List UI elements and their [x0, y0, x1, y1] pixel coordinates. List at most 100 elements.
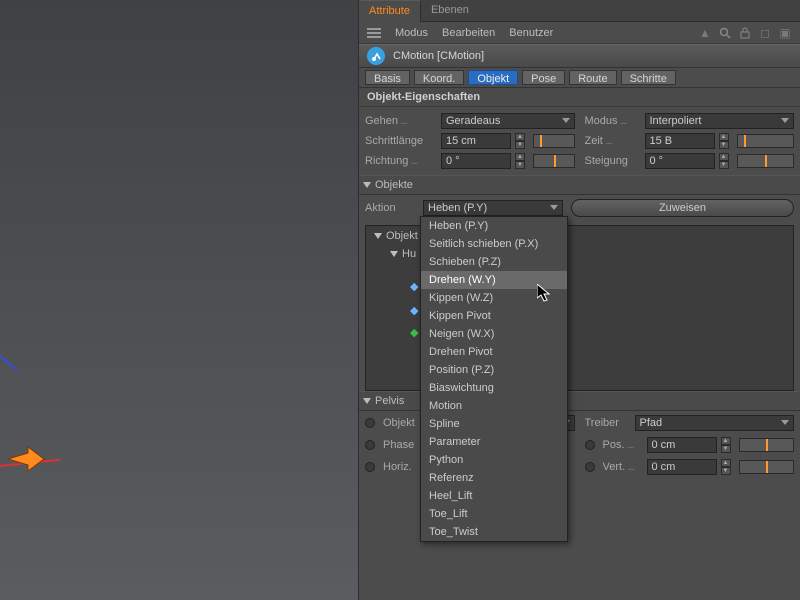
spin-pos[interactable]: ▲▼ — [721, 437, 731, 453]
chevron-down-icon — [562, 118, 570, 123]
triangle-down-icon — [363, 182, 371, 188]
dropdown-aktion[interactable]: Heben (P.Y) — [423, 200, 563, 216]
spin-schrittlaenge[interactable]: ▲▼ — [515, 133, 525, 149]
viewport[interactable] — [0, 0, 358, 600]
dropdown-item[interactable]: Kippen Pivot — [421, 307, 567, 325]
dropdown-item[interactable]: Position (P.Z) — [421, 361, 567, 379]
slider-vert[interactable] — [739, 460, 795, 474]
tab-pose[interactable]: Pose — [522, 70, 565, 85]
menu-bearbeiten[interactable]: Bearbeiten — [442, 27, 495, 39]
radio-objekt[interactable] — [365, 418, 375, 428]
spin-vert[interactable]: ▲▼ — [721, 459, 731, 475]
chevron-down-icon — [550, 205, 558, 210]
menu-modus[interactable]: Modus — [395, 27, 428, 39]
cursor-icon — [537, 284, 553, 304]
tree-root-label: Objekt — [386, 230, 418, 242]
tab-koord[interactable]: Koord. — [414, 70, 464, 85]
tree-item-label: Hu — [402, 248, 416, 260]
radio-pos[interactable] — [585, 440, 595, 450]
field-pos[interactable]: 0 cm — [647, 437, 717, 453]
radio-horiz[interactable] — [365, 462, 375, 472]
tab-route[interactable]: Route — [569, 70, 616, 85]
chevron-down-icon — [781, 118, 789, 123]
panel-tabs: Attribute Ebenen — [359, 0, 800, 22]
group-objekte-label: Objekte — [375, 179, 413, 191]
dropdown-item[interactable]: Spline — [421, 415, 567, 433]
field-zeit[interactable]: 15 B — [645, 133, 715, 149]
dropdown-treiber-value: Pfad — [640, 417, 663, 429]
dropdown-item[interactable]: Heben (P.Y) — [421, 217, 567, 235]
label-modus: Modus — [585, 115, 641, 127]
label-aktion: Aktion — [365, 202, 415, 214]
hamburger-icon[interactable] — [367, 28, 381, 38]
chevron-down-icon — [781, 420, 789, 425]
section-title: Objekt-Eigenschaften — [359, 88, 800, 107]
dropdown-item[interactable]: Heel_Lift — [421, 487, 567, 505]
nav-arrow-icon[interactable]: ▲ — [698, 26, 712, 40]
spin-zeit[interactable]: ▲▼ — [719, 133, 729, 149]
dropdown-item[interactable]: Neigen (W.X) — [421, 325, 567, 343]
object-title: CMotion [CMotion] — [393, 50, 484, 62]
tab-ebenen[interactable]: Ebenen — [421, 0, 479, 22]
field-vert[interactable]: 0 cm — [647, 459, 717, 475]
dropdown-aktion-value: Heben (P.Y) — [428, 202, 487, 214]
cmotion-icon — [367, 47, 385, 65]
label-gehen: Gehen — [365, 115, 437, 127]
triangle-down-icon — [363, 398, 371, 404]
object-header: CMotion [CMotion] — [359, 44, 800, 68]
tab-basis[interactable]: Basis — [365, 70, 410, 85]
dropdown-item[interactable]: Seitlich schieben (P.X) — [421, 235, 567, 253]
tab-attribute[interactable]: Attribute — [359, 0, 421, 22]
label-zeit: Zeit — [585, 135, 641, 147]
label-richtung: Richtung — [365, 155, 437, 167]
dropdown-item[interactable]: Schieben (P.Z) — [421, 253, 567, 271]
dropdown-aktion-popup[interactable]: Heben (P.Y)Seitlich schieben (P.X)Schieb… — [420, 216, 568, 542]
radio-vert[interactable] — [585, 462, 595, 472]
dropdown-gehen[interactable]: Geradeaus — [441, 113, 575, 129]
dropdown-item[interactable]: Python — [421, 451, 567, 469]
prop-tabs: Basis Koord. Objekt Pose Route Schritte — [359, 68, 800, 88]
axis-z — [0, 355, 17, 371]
label-treiber: Treiber — [585, 417, 631, 429]
lock-icon[interactable] — [738, 26, 752, 40]
search-icon[interactable] — [718, 26, 732, 40]
dropdown-item[interactable]: Referenz — [421, 469, 567, 487]
add-icon[interactable]: ▣ — [778, 26, 792, 40]
label-pos: Pos. — [603, 439, 643, 451]
manipulator-arrow-icon[interactable] — [6, 444, 46, 474]
dropdown-gehen-value: Geradeaus — [446, 115, 500, 127]
label-steigung: Steigung — [585, 155, 641, 167]
slider-richtung[interactable] — [533, 154, 575, 168]
dropdown-item[interactable]: Drehen Pivot — [421, 343, 567, 361]
button-zuweisen[interactable]: Zuweisen — [571, 199, 794, 217]
slider-pos[interactable] — [739, 438, 795, 452]
radio-phase[interactable] — [365, 440, 375, 450]
panel-menubar: Modus Bearbeiten Benutzer ▲ ◻ ▣ — [359, 22, 800, 44]
field-richtung[interactable]: 0 ° — [441, 153, 511, 169]
dropdown-item[interactable]: Motion — [421, 397, 567, 415]
spin-richtung[interactable]: ▲▼ — [515, 153, 525, 169]
menu-benutzer[interactable]: Benutzer — [509, 27, 553, 39]
tab-schritte[interactable]: Schritte — [621, 70, 676, 85]
triangle-down-icon — [374, 233, 382, 239]
group-objekte[interactable]: Objekte — [359, 175, 800, 195]
dropdown-modus-value: Interpoliert — [650, 115, 702, 127]
label-schrittlaenge: Schrittlänge — [365, 135, 437, 147]
dropdown-treiber[interactable]: Pfad — [635, 415, 795, 431]
tab-objekt[interactable]: Objekt — [468, 70, 518, 85]
slider-schrittlaenge[interactable] — [533, 134, 575, 148]
dropdown-item[interactable]: Toe_Lift — [421, 505, 567, 523]
slider-zeit[interactable] — [737, 134, 795, 148]
triangle-down-icon — [390, 251, 398, 257]
field-schrittlaenge[interactable]: 15 cm — [441, 133, 511, 149]
slider-steigung[interactable] — [737, 154, 795, 168]
group-pelvis-label: Pelvis — [375, 395, 404, 407]
field-steigung[interactable]: 0 ° — [645, 153, 715, 169]
new-icon[interactable]: ◻ — [758, 26, 772, 40]
dropdown-modus[interactable]: Interpoliert — [645, 113, 795, 129]
dropdown-item[interactable]: Toe_Twist — [421, 523, 567, 541]
dropdown-item[interactable]: Parameter — [421, 433, 567, 451]
label-vert: Vert. — [603, 461, 643, 473]
dropdown-item[interactable]: Biaswichtung — [421, 379, 567, 397]
spin-steigung[interactable]: ▲▼ — [719, 153, 729, 169]
